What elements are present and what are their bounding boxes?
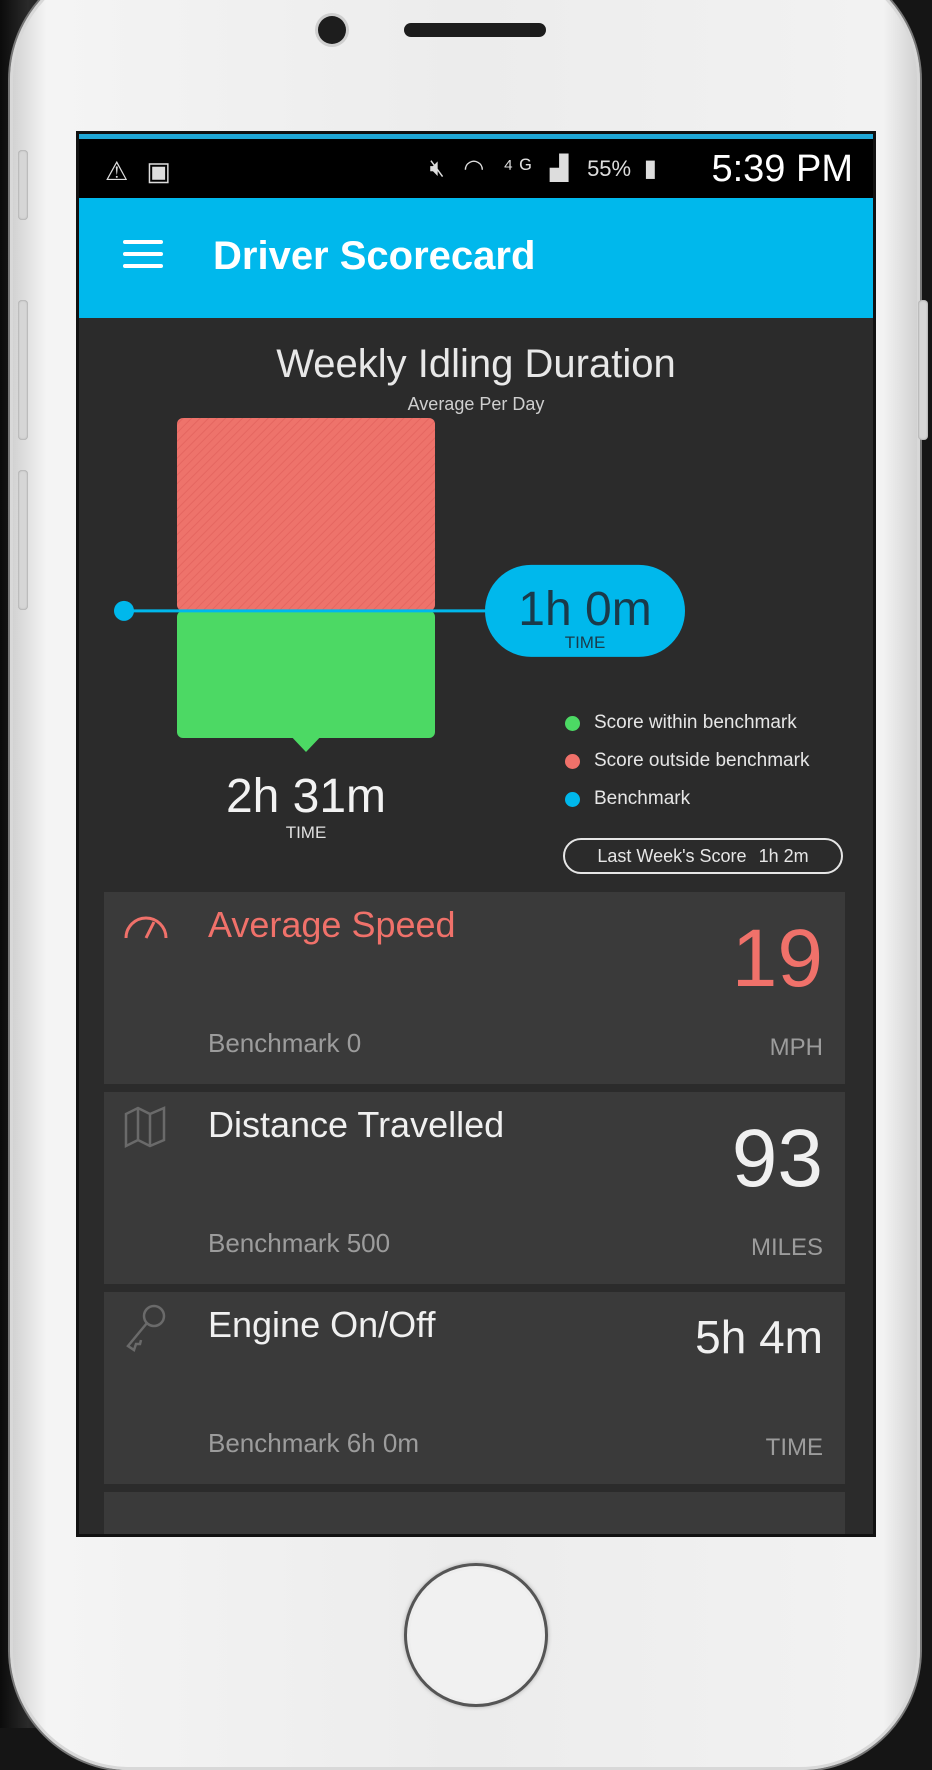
metric-card-average-speed[interactable]: Average Speed Benchmark 0 19 MPH (104, 892, 845, 1084)
lte-icon: ⁴ᴳ (503, 155, 538, 182)
metric-card-engine[interactable]: Engine On/Off Benchmark 6h 0m 5h 4m TIME (104, 1292, 845, 1484)
power-button (918, 300, 928, 440)
status-bar: ⚠▣ 🔇︎ ◠ ⁴ᴳ ▟ 55% ▮ 5:39 PM (79, 134, 873, 198)
metric-unit: TIME (765, 1434, 823, 1461)
status-time: 5:39 PM (711, 148, 853, 190)
legend-item: Score outside benchmark (565, 742, 809, 780)
metric-name: Engine On/Off (208, 1304, 436, 1345)
mute-switch (18, 150, 28, 220)
status-accent-line (79, 134, 873, 139)
key-icon (126, 1304, 166, 1352)
battery-percent: 55% (587, 156, 632, 181)
speedometer-icon (124, 916, 168, 939)
volume-up-button (18, 300, 28, 440)
legend-item: Score within benchmark (565, 704, 809, 742)
bar-pointer (287, 732, 325, 752)
metric-value: 93 (731, 1113, 823, 1204)
last-week-value: 1h 2m (758, 845, 809, 866)
legend-label: Benchmark (594, 788, 691, 809)
earpiece-speaker (404, 23, 546, 37)
legend-label: Score outside benchmark (594, 750, 810, 771)
legend-item: Benchmark (565, 780, 809, 818)
metric-benchmark: Benchmark 0 (208, 1028, 362, 1058)
bar-outside-benchmark (177, 418, 435, 611)
warning-icon: ⚠ (105, 156, 147, 186)
last-week-label: Last Week's Score (597, 845, 747, 866)
status-left-icons: ⚠▣ (105, 156, 189, 187)
benchmark-dot (114, 600, 134, 621)
signal-icon: ▟ (549, 155, 575, 182)
hamburger-menu-icon[interactable] (123, 240, 163, 276)
bar-within-benchmark (177, 610, 435, 738)
chart-legend: Score within benchmark Score outside ben… (565, 704, 809, 818)
map-icon (124, 1106, 166, 1149)
wifi-icon: ◠ (463, 155, 491, 182)
metric-unit: MILES (750, 1234, 823, 1261)
benchmark-value: 1h 0m (518, 583, 651, 636)
legend-label: Score within benchmark (594, 712, 797, 733)
app-bar: Driver Scorecard (79, 198, 873, 318)
metric-benchmark: Benchmark 6h 0m (208, 1428, 419, 1458)
front-camera (318, 16, 346, 44)
volume-down-button (18, 470, 28, 610)
bar-total-value: 2h 31m (226, 770, 386, 823)
benchmark-unit: TIME (565, 633, 606, 652)
metric-unit: MPH (769, 1034, 823, 1061)
scorecard-content: Weekly Idling Duration Average Per Day 1… (79, 318, 873, 1534)
metric-name: Average Speed (208, 904, 456, 945)
home-button[interactable] (404, 1563, 548, 1707)
bar-total-unit: TIME (286, 823, 327, 838)
app-title: Driver Scorecard (213, 234, 536, 278)
metric-name: Distance Travelled (208, 1104, 505, 1145)
phone-frame: ⚠▣ 🔇︎ ◠ ⁴ᴳ ▟ 55% ▮ 5:39 PM Driver Scorec… (0, 0, 932, 1770)
legend-dot-within (565, 715, 580, 731)
metric-card-next[interactable] (104, 1492, 845, 1534)
status-right-icons: 🔇︎ ◠ ⁴ᴳ ▟ 55% ▮ (430, 154, 663, 183)
legend-dot-outside (565, 753, 580, 769)
metric-value: 5h 4m (695, 1311, 823, 1363)
image-icon: ▣ (146, 156, 189, 186)
metric-value: 19 (731, 913, 823, 1004)
phone-screen: ⚠▣ 🔇︎ ◠ ⁴ᴳ ▟ 55% ▮ 5:39 PM Driver Scorec… (79, 134, 873, 1534)
battery-icon: ▮ (643, 155, 663, 182)
mute-icon: 🔇︎ (429, 155, 451, 182)
metric-card-distance[interactable]: Distance Travelled Benchmark 500 93 MILE… (104, 1092, 845, 1284)
metric-benchmark: Benchmark 500 (208, 1228, 391, 1258)
last-week-score-pill[interactable]: Last Week's Score 1h 2m (563, 838, 843, 874)
legend-dot-benchmark (565, 791, 580, 807)
